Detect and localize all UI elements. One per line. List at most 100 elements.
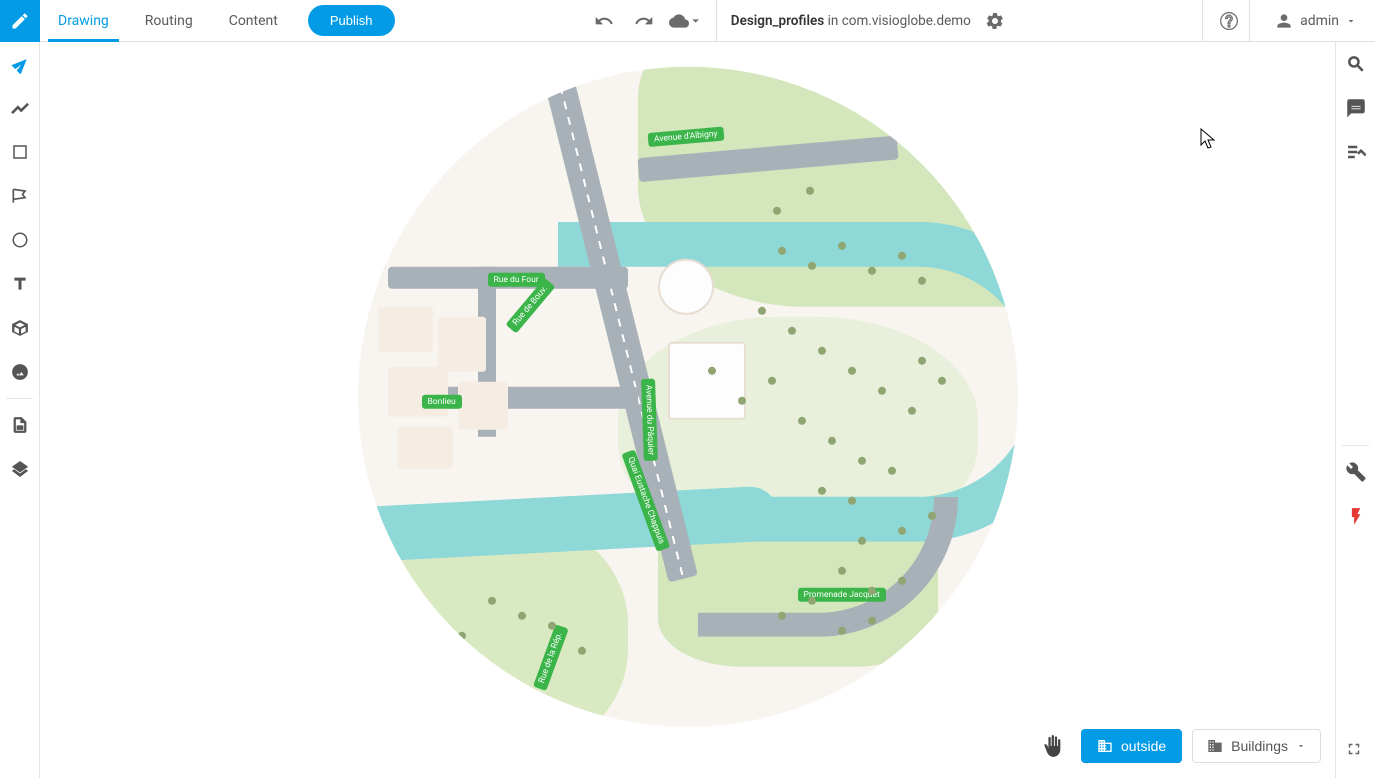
outside-label: outside xyxy=(1121,738,1166,754)
document-icon xyxy=(11,416,29,434)
circle-icon xyxy=(11,231,29,249)
history-controls xyxy=(572,5,716,37)
tree-icon xyxy=(548,622,556,630)
pan-tool[interactable] xyxy=(1035,728,1071,764)
tree-icon xyxy=(848,367,856,375)
tree-icon xyxy=(778,247,786,255)
tree-icon xyxy=(828,437,836,445)
bottom-controls: outside Buildings xyxy=(1035,728,1321,764)
tree-icon xyxy=(838,242,846,250)
tree-icon xyxy=(808,262,816,270)
user-menu[interactable]: admin xyxy=(1260,11,1371,31)
tree-icon xyxy=(818,487,826,495)
tree-icon xyxy=(868,617,876,625)
chevron-down-icon xyxy=(1296,741,1306,751)
tree-icon xyxy=(458,632,466,640)
rectangle-tool[interactable] xyxy=(0,130,40,174)
header-right xyxy=(1202,0,1249,42)
list-check-tool[interactable] xyxy=(1336,130,1375,174)
undo-button[interactable] xyxy=(588,5,620,37)
tree-icon xyxy=(918,277,926,285)
pencil-icon xyxy=(10,11,30,31)
tree-icon xyxy=(818,347,826,355)
image-tool[interactable] xyxy=(0,350,40,394)
divider xyxy=(6,398,33,399)
fullscreen-icon xyxy=(1345,740,1363,758)
fullscreen-button[interactable] xyxy=(1339,734,1369,764)
tools-button[interactable] xyxy=(1336,450,1375,494)
tree-icon xyxy=(838,627,846,635)
project-name: Design_profiles xyxy=(731,13,824,29)
undo-icon xyxy=(594,11,614,31)
line-chart-icon xyxy=(10,98,30,118)
search-tool[interactable] xyxy=(1336,42,1375,86)
user-name: admin xyxy=(1300,13,1339,29)
search-icon xyxy=(1346,54,1366,74)
tree-icon xyxy=(518,612,526,620)
edit-mode-button[interactable] xyxy=(0,0,40,42)
gear-icon xyxy=(985,11,1005,31)
wrench-icon xyxy=(1346,462,1366,482)
circle-tool[interactable] xyxy=(0,218,40,262)
tab-routing[interactable]: Routing xyxy=(127,0,211,42)
line-tool[interactable] xyxy=(0,86,40,130)
project-info: Design_profiles in com.visioglobe.demo xyxy=(716,0,1025,42)
tree-icon xyxy=(918,357,926,365)
tree-icon xyxy=(868,267,876,275)
tree-icon xyxy=(708,367,716,375)
layers-icon xyxy=(11,460,29,478)
comment-tool[interactable] xyxy=(1336,86,1375,130)
tree-icon xyxy=(888,467,896,475)
project-domain: com.visioglobe.demo xyxy=(842,13,971,29)
document-tool[interactable] xyxy=(0,403,40,447)
tab-drawing[interactable]: Drawing xyxy=(40,0,127,42)
tree-icon xyxy=(768,377,776,385)
left-toolbar xyxy=(0,42,40,778)
polygon-tool[interactable] xyxy=(0,174,40,218)
outside-button[interactable]: outside xyxy=(1081,729,1182,763)
tree-icon xyxy=(788,327,796,335)
tree-icon xyxy=(738,397,746,405)
tree-icon xyxy=(938,377,946,385)
image-icon xyxy=(11,363,29,381)
cursor-tool[interactable] xyxy=(0,42,40,86)
tree-icon xyxy=(808,597,816,605)
comment-icon xyxy=(1346,98,1366,118)
tree-icon xyxy=(898,577,906,585)
settings-button[interactable] xyxy=(979,5,1011,37)
map-viewport[interactable]: Avenue d'Albigny Quai Eustache Chappuis … xyxy=(358,67,1018,727)
map-canvas[interactable]: Avenue d'Albigny Quai Eustache Chappuis … xyxy=(40,42,1335,778)
buildings-dropdown[interactable]: Buildings xyxy=(1192,729,1321,763)
tab-content[interactable]: Content xyxy=(211,0,296,42)
person-icon xyxy=(1274,11,1294,31)
tree-icon xyxy=(778,612,786,620)
cursor-icon xyxy=(10,54,30,74)
buildings-label: Buildings xyxy=(1231,738,1288,754)
redo-button[interactable] xyxy=(628,5,660,37)
tree-icon xyxy=(878,387,886,395)
cloud-icon xyxy=(669,11,699,31)
tree-icon xyxy=(848,497,856,505)
tree-icon xyxy=(928,512,936,520)
tree-icon xyxy=(868,587,876,595)
tree-icon xyxy=(858,537,866,545)
tree-icon xyxy=(806,187,814,195)
bolt-tool[interactable] xyxy=(1336,494,1375,538)
top-header: Drawing Routing Content Publish Design_p… xyxy=(0,0,1375,42)
text-tool[interactable] xyxy=(0,262,40,306)
tree-icon xyxy=(773,207,781,215)
layers-tool[interactable] xyxy=(0,447,40,491)
tree-icon xyxy=(908,407,916,415)
redo-icon xyxy=(634,11,654,31)
tree-icon xyxy=(898,527,906,535)
publish-button[interactable]: Publish xyxy=(308,5,395,36)
checklist-icon xyxy=(1346,142,1366,162)
tree-icon xyxy=(838,567,846,575)
header-tabs: Drawing Routing Content xyxy=(40,0,296,42)
help-icon xyxy=(1219,11,1239,31)
cloud-menu[interactable] xyxy=(668,5,700,37)
text-icon xyxy=(11,275,29,293)
3d-tool[interactable] xyxy=(0,306,40,350)
help-button[interactable] xyxy=(1213,5,1245,37)
tree-icon xyxy=(758,307,766,315)
